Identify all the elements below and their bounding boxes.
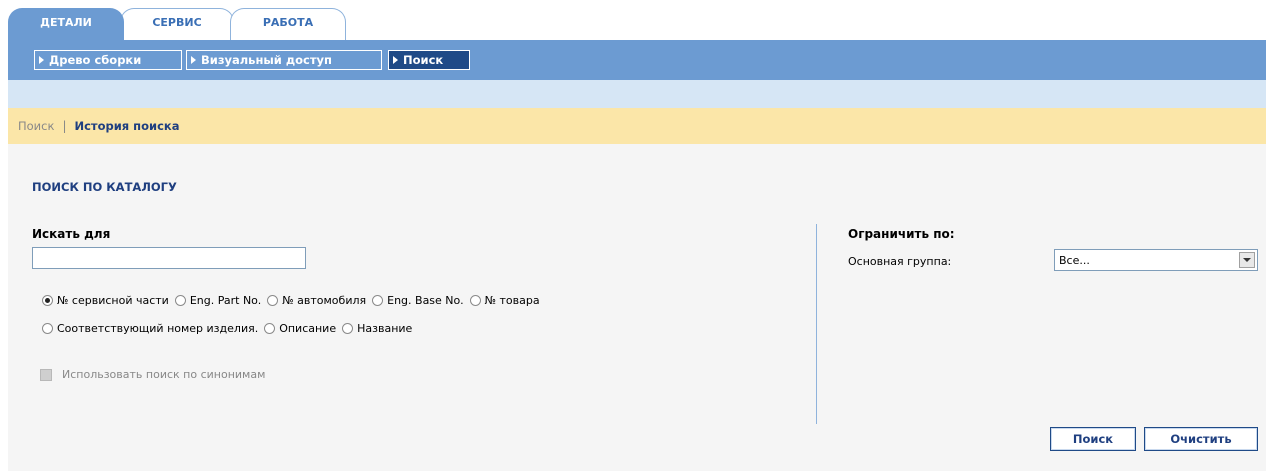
breadcrumb-search[interactable]: Поиск [18,119,54,133]
top-tabs: ДЕТАЛИ СЕРВИС РАБОТА [8,0,1266,40]
radio-matching-part-no[interactable]: Соответствующий номер изделия. [42,322,258,335]
radio-button-icon[interactable] [174,295,186,306]
radio-label: Eng. Part No. [189,294,262,307]
tab-label: СЕРВИС [152,16,202,29]
radio-label: № сервисной части [57,294,169,307]
subnav-label: Поиск [403,53,444,67]
tab-work[interactable]: РАБОТА [230,8,346,40]
radio-button-icon[interactable] [469,295,481,306]
radio-item-no[interactable]: № товара [469,294,540,307]
column-divider [816,224,817,424]
radio-button-icon[interactable] [42,323,53,334]
radio-eng-base-no[interactable]: Eng. Base No. [372,294,464,307]
main-group-value: Все... [1059,253,1090,267]
radio-label: № товара [484,294,540,307]
radio-button-icon[interactable] [372,295,384,306]
search-type-radios-row2: Соответствующий номер изделия. Описание … [42,322,418,335]
synonym-search-label: Использовать поиск по синонимам [62,368,266,381]
tab-label: РАБОТА [262,16,314,29]
radio-description[interactable]: Описание [264,322,336,335]
arrow-right-icon [39,56,44,64]
synonym-search-checkbox[interactable] [40,369,52,381]
main-group-label: Основная группа: [848,255,952,268]
subnav-label: Визуальный доступ [201,53,332,67]
spacer-band [8,80,1266,108]
restrict-title: Ограничить по: [848,227,955,241]
breadcrumb-separator: | [62,119,67,133]
tab-details[interactable]: ДЕТАЛИ [8,8,124,40]
radio-label: Описание [279,322,337,335]
arrow-right-icon [191,56,196,64]
sub-navigation: Древо сборки Визуальный доступ Поиск [8,40,1266,80]
arrow-right-icon [393,56,398,64]
radio-eng-part-no[interactable]: Eng. Part No. [174,294,262,307]
clear-button[interactable]: Очистить [1144,427,1258,451]
radio-label: Соответствующий номер изделия. [57,322,259,335]
tab-service[interactable]: СЕРВИС [120,8,234,40]
radio-name[interactable]: Название [342,322,412,335]
radio-button-icon[interactable] [42,295,53,306]
main-group-select[interactable]: Все... [1054,249,1258,271]
catalog-app: ДЕТАЛИ СЕРВИС РАБОТА Древо сборки Визуал… [8,0,1266,471]
radio-label: Название [357,322,413,335]
search-button[interactable]: Поиск [1050,427,1136,451]
radio-label: № автомобиля [282,294,367,307]
search-for-label: Искать для [32,227,111,241]
radio-button-icon[interactable] [264,323,276,334]
search-input[interactable] [32,247,306,269]
subnav-visual-access[interactable]: Визуальный доступ [186,50,382,70]
subnav-label: Древо сборки [49,53,142,67]
breadcrumb: Поиск | История поиска [8,108,1266,144]
breadcrumb-search-history[interactable]: История поиска [74,119,179,133]
chevron-down-icon[interactable] [1239,252,1255,268]
tab-label: ДЕТАЛИ [40,16,92,29]
radio-vehicle-no[interactable]: № автомобиля [267,294,366,307]
radio-button-icon[interactable] [342,323,354,334]
subnav-assembly-tree[interactable]: Древо сборки [34,50,182,70]
search-type-radios-row1: № сервисной части Eng. Part No. № автомо… [42,294,546,307]
radio-button-icon[interactable] [267,295,279,306]
page-title: ПОИСК ПО КАТАЛОГУ [32,180,177,194]
radio-service-part[interactable]: № сервисной части [42,294,169,307]
radio-label: Eng. Base No. [387,294,464,307]
subnav-search[interactable]: Поиск [388,50,470,70]
